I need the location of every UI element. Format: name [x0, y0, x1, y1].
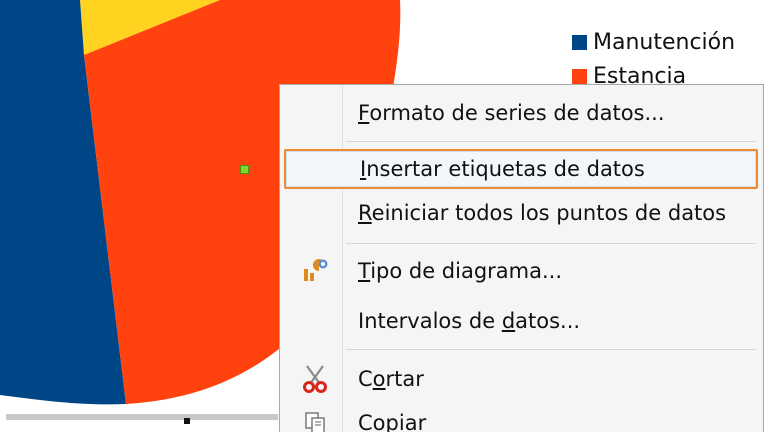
- menu-item-data-ranges[interactable]: Intervalos de datos...: [284, 301, 758, 341]
- menu-icon-slot: [284, 93, 346, 133]
- menu-item-label: Copiar: [358, 411, 427, 432]
- legend-swatch-estancia: [572, 68, 587, 84]
- chart-resize-handle[interactable]: [184, 418, 190, 424]
- menu-item-copy[interactable]: Copiar: [284, 403, 758, 432]
- menu-item-cut[interactable]: Cortar: [284, 359, 758, 399]
- menu-separator: [346, 243, 756, 244]
- menu-item-insert-data-labels[interactable]: Insertar etiquetas de datos: [284, 149, 758, 189]
- menu-item-label: Tipo de diagrama...: [358, 259, 563, 283]
- menu-icon-slot: [284, 193, 346, 233]
- menu-separator: [346, 349, 756, 350]
- screenshot-stage: Manutención Estancia Formato de series d…: [0, 0, 764, 432]
- menu-icon-slot: [284, 301, 346, 341]
- chart-legend: Manutención Estancia: [572, 25, 735, 93]
- menu-item-label: Insertar etiquetas de datos: [360, 157, 645, 181]
- menu-item-label: Intervalos de datos...: [358, 309, 581, 333]
- menu-item-label: Cortar: [358, 367, 424, 391]
- menu-separator: [346, 141, 756, 142]
- legend-label-manutencion: Manutención: [593, 29, 736, 55]
- menu-item-label: Reiniciar todos los puntos de datos: [358, 201, 727, 225]
- legend-swatch-manutencion: [572, 34, 587, 50]
- menu-item-chart-type[interactable]: Tipo de diagrama...: [284, 251, 758, 291]
- chart-type-icon: [284, 251, 346, 291]
- menu-icon-slot: [286, 149, 348, 189]
- menu-item-label: Formato de series de datos...: [358, 101, 665, 125]
- menu-item-format-series[interactable]: Formato de series de datos...: [284, 93, 758, 133]
- copy-icon: [284, 403, 346, 432]
- scissors-icon: [284, 359, 346, 399]
- chart-bottom-bar: [6, 414, 278, 420]
- legend-item-manutencion[interactable]: Manutención: [572, 25, 735, 59]
- context-menu: Formato de series de datos... Insertar e…: [279, 84, 764, 432]
- menu-item-reset-data-points[interactable]: Reiniciar todos los puntos de datos: [284, 193, 758, 233]
- selection-handle[interactable]: [240, 165, 249, 174]
